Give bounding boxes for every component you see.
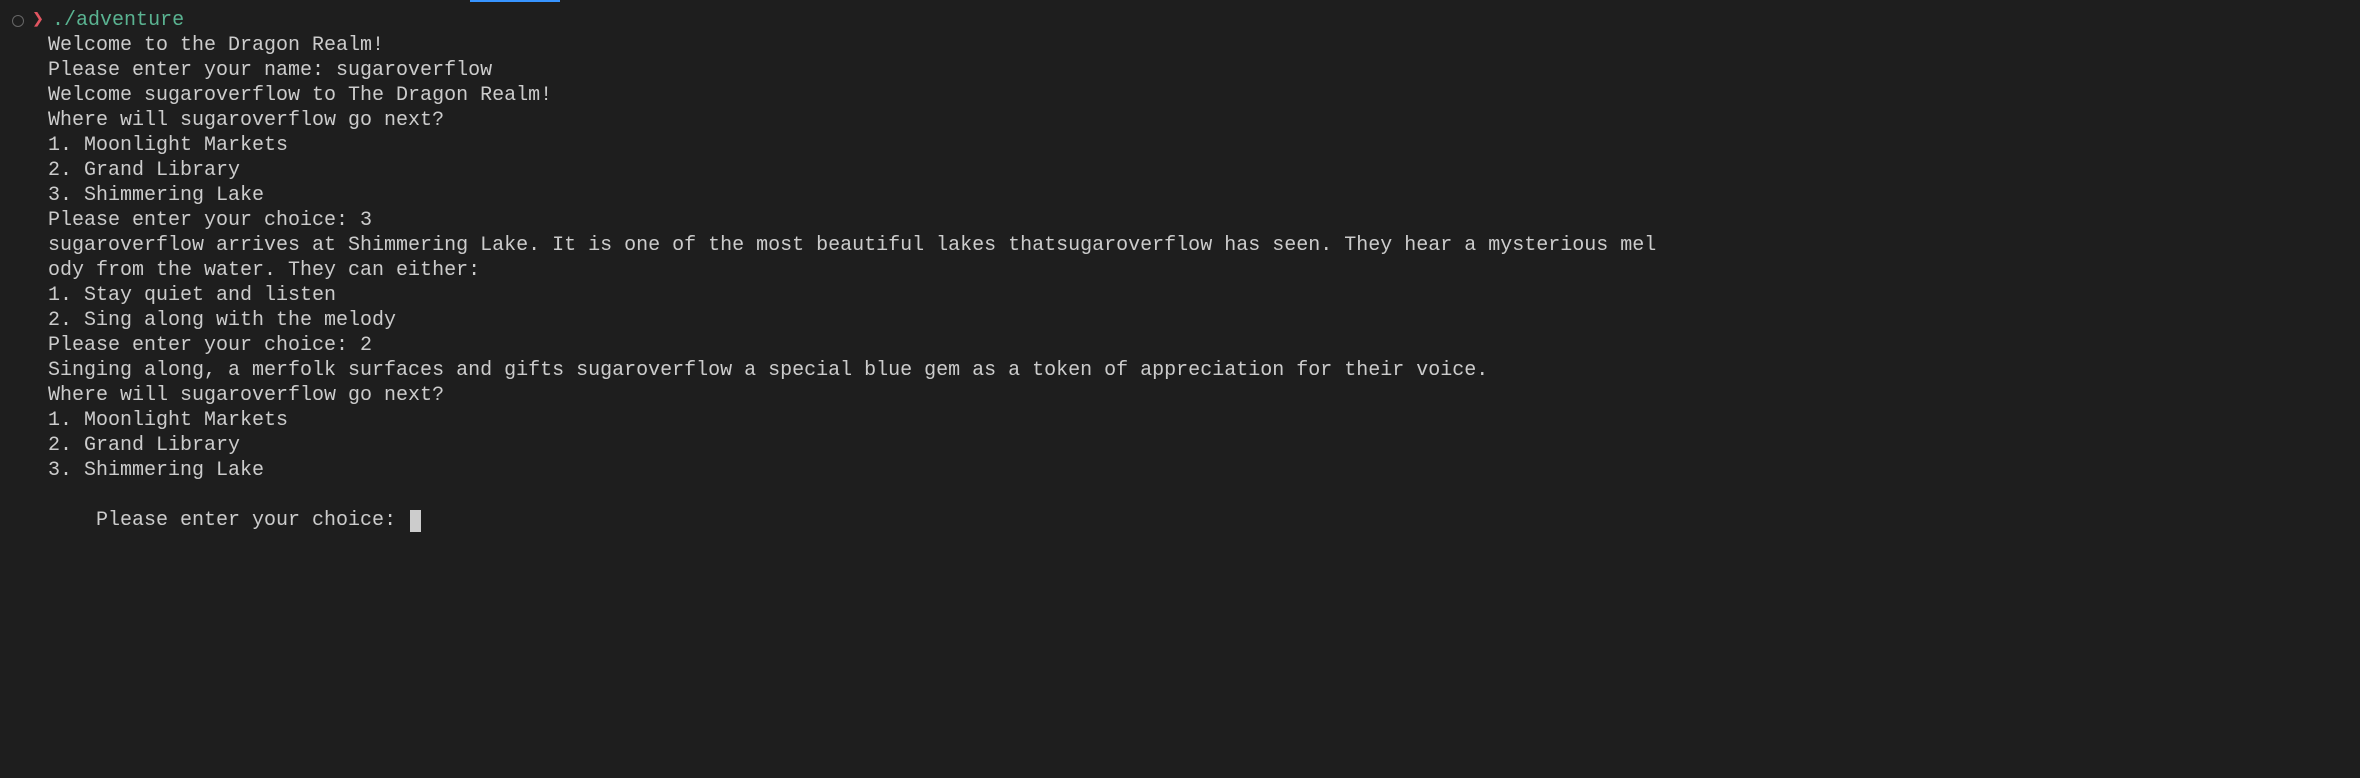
output-line: 3. Shimmering Lake [12,183,2348,208]
output-line: Please enter your choice: 2 [12,333,2348,358]
output-line: Where will sugaroverflow go next? [12,383,2348,408]
output-line: 1. Moonlight Markets [12,133,2348,158]
command-text: ./adventure [52,8,184,33]
output-line: Please enter your name: sugaroverflow [12,58,2348,83]
prompt-arrow-icon: ❯ [32,8,44,33]
output-line: 2. Grand Library [12,433,2348,458]
output-line: 2. Sing along with the melody [12,308,2348,333]
terminal-panel[interactable]: ❯ ./adventure Welcome to the Dragon Real… [0,0,2360,566]
prompt-line: ❯ ./adventure [12,8,2348,33]
output-line: sugaroverflow arrives at Shimmering Lake… [12,233,2348,258]
output-line: Where will sugaroverflow go next? [12,108,2348,133]
input-prompt-text: Please enter your choice: [96,509,408,532]
output-line: 3. Shimmering Lake [12,458,2348,483]
output-line: Please enter your choice: 3 [12,208,2348,233]
input-prompt-line[interactable]: Please enter your choice: [12,483,2348,558]
active-tab-indicator [470,0,560,2]
output-line: ody from the water. They can either: [12,258,2348,283]
output-line: 1. Stay quiet and listen [12,283,2348,308]
output-line: 2. Grand Library [12,158,2348,183]
status-circle-icon [12,15,24,27]
output-line: Welcome sugaroverflow to The Dragon Real… [12,83,2348,108]
cursor-icon [410,510,421,532]
output-line: Singing along, a merfolk surfaces and gi… [12,358,2348,383]
output-line: 1. Moonlight Markets [12,408,2348,433]
output-line: Welcome to the Dragon Realm! [12,33,2348,58]
